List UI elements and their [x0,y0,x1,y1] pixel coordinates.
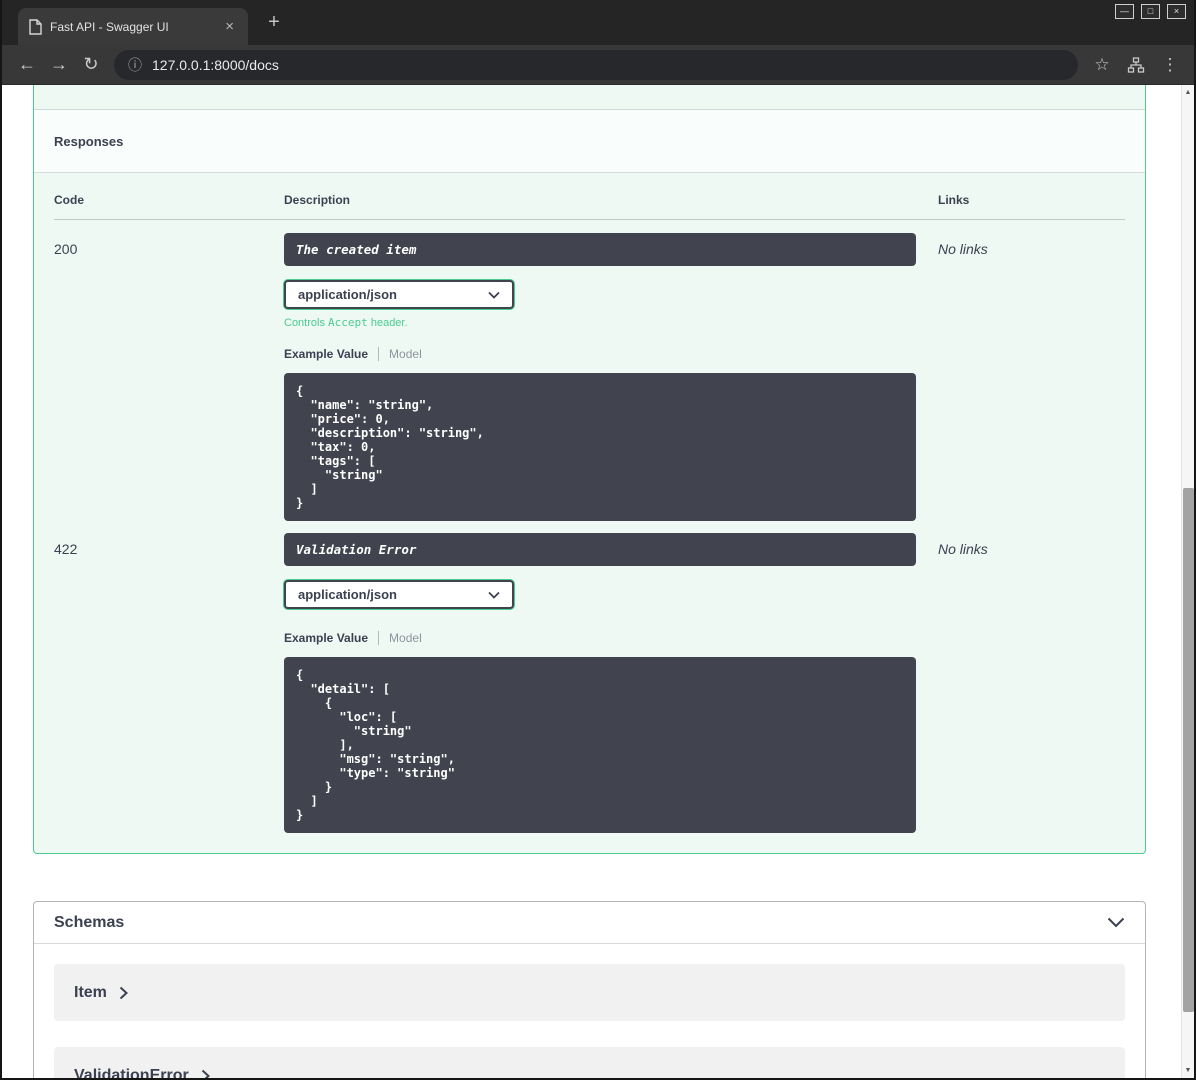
refresh-icon: ↻ [83,54,99,74]
response-description-cell: The created item application/json Contro… [284,233,938,521]
tab-example-value[interactable]: Example Value [284,631,368,645]
response-row-200: 200 The created item application/json Co… [54,220,1125,521]
response-description-cell: Validation Error application/json Exampl… [284,533,938,833]
browser-toolbar: ← → ↻ ⓘ 127.0.0.1:8000/docs ☆ ⋮ [2,45,1194,85]
response-code: 200 [54,241,78,257]
close-icon: × [1173,6,1180,16]
address-bar[interactable]: ⓘ 127.0.0.1:8000/docs [114,49,1078,80]
window-controls: — □ × [1115,4,1186,19]
back-button[interactable]: ← [12,50,42,80]
tabs-divider [378,631,380,645]
window-maximize-button[interactable]: □ [1141,4,1160,19]
response-description-text: The created item [296,242,417,257]
media-type-select[interactable]: application/json [284,580,514,609]
model-name: Item [74,983,107,1001]
browser-tab[interactable]: Fast API - Swagger UI × [18,8,248,45]
toolbar-actions: ☆ ⋮ [1088,51,1184,79]
col-header-links: Links [938,193,970,207]
browser-titlebar: Fast API - Swagger UI × + — □ × [2,0,1194,45]
window-minimize-button[interactable]: — [1115,4,1134,19]
forward-icon: → [50,54,68,74]
tabs-divider [378,347,380,361]
responses-table-head: Code Description Links [54,193,1125,220]
window-close-button[interactable]: × [1167,4,1186,19]
back-icon: ← [18,54,36,74]
new-tab-button[interactable]: + [262,12,286,32]
example-json-block: { "detail": [ { "loc": [ "string" ], "ms… [284,657,916,833]
chevron-down-icon [488,291,500,299]
chevron-down-icon[interactable] [1107,917,1125,928]
example-json-block: { "name": "string", "price": 0, "descrip… [284,373,916,521]
schemas-title: Schemas [54,913,125,931]
responses-header: Responses [34,110,1145,173]
tab-title: Fast API - Swagger UI [50,19,169,34]
media-type-value: application/json [298,587,397,602]
schemas-section: Schemas Item ValidationError [33,901,1146,1078]
document-icon [28,18,42,35]
refresh-button[interactable]: ↻ [76,50,106,80]
bookmark-button[interactable]: ☆ [1088,51,1116,79]
media-type-select[interactable]: application/json [284,280,514,309]
minimize-icon: — [1120,6,1129,16]
response-code: 422 [54,541,78,557]
flowchart-icon [1127,56,1145,74]
tab-example-value[interactable]: Example Value [284,347,368,361]
model-item[interactable]: Item [54,964,1125,1021]
forward-button[interactable]: → [44,50,74,80]
chevron-right-icon [119,986,128,999]
example-model-tabs: Example Value Model [284,631,938,645]
col-header-description: Description [284,193,351,207]
response-links: No links [938,241,988,257]
col-header-code: Code [54,193,84,207]
flowchart-button[interactable] [1122,51,1150,79]
page-content: Responses Code Description Links 200 The… [2,85,1181,1078]
response-description-box: Validation Error [284,533,916,566]
opblock-post: Responses Code Description Links 200 The… [33,85,1146,854]
response-links: No links [938,541,988,557]
scroll-down-arrow-icon[interactable]: ▼ [1182,1063,1194,1078]
tab-model[interactable]: Model [389,347,422,361]
media-type-value: application/json [298,287,397,302]
responses-title: Responses [54,133,124,149]
scroll-up-arrow-icon[interactable]: ▲ [1182,85,1194,100]
star-icon: ☆ [1094,54,1110,74]
menu-button[interactable]: ⋮ [1156,51,1184,79]
controls-accept-note: Controls Accept header. [284,316,408,329]
example-model-tabs: Example Value Model [284,347,938,361]
tab-model[interactable]: Model [389,631,422,645]
kebab-menu-icon: ⋮ [1161,54,1179,74]
info-icon[interactable]: ⓘ [128,55,142,75]
schemas-header[interactable]: Schemas [34,902,1145,944]
scrollbar-thumb[interactable] [1183,488,1194,1012]
responses-table: Code Description Links 200 The created i… [34,173,1145,853]
schemas-body: Item ValidationError [34,944,1145,1078]
url-text: 127.0.0.1:8000/docs [152,56,279,73]
chevron-right-icon [201,1069,210,1078]
response-description-box: The created item [284,233,916,266]
model-validationerror[interactable]: ValidationError [54,1047,1125,1078]
browser-window: Fast API - Swagger UI × + — □ × ← → ↻ ⓘ … [0,0,1196,1080]
response-description-text: Validation Error [296,542,417,557]
opblock-upper-cut [34,85,1145,110]
maximize-icon: □ [1147,6,1154,16]
response-row-422: 422 Validation Error application/json Ex… [54,521,1125,833]
tab-close-icon[interactable]: × [221,17,238,36]
chevron-down-icon [488,591,500,599]
page-scrollbar[interactable]: ▲ ▼ [1181,85,1194,1078]
model-name: ValidationError [74,1066,189,1079]
swagger-page: Responses Code Description Links 200 The… [2,85,1194,1078]
